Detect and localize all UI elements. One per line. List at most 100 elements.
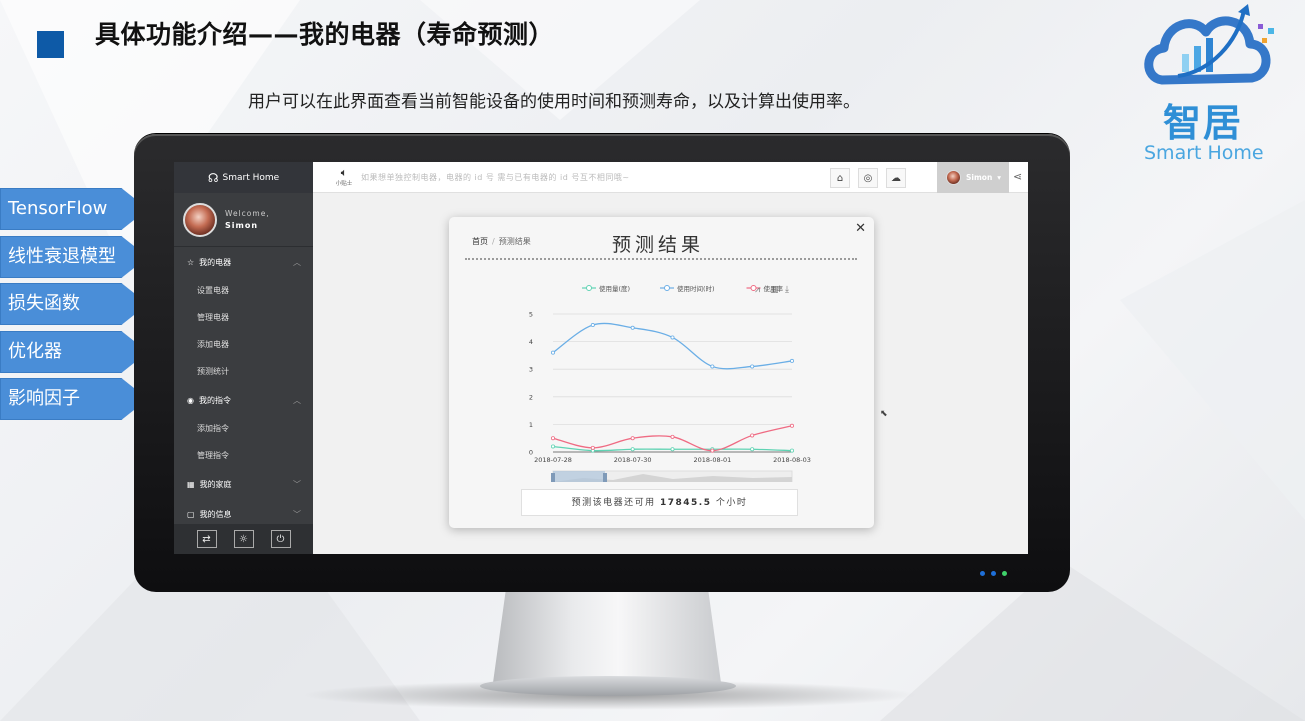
sidebar-item-prediction-stats[interactable]: 预测统计: [174, 358, 313, 385]
data-point: [670, 335, 675, 340]
y-tick-label: 0: [529, 449, 533, 457]
logo-english-name: Smart Home: [1144, 142, 1264, 164]
data-point: [590, 323, 595, 328]
home-icon[interactable]: ⌂: [830, 168, 850, 188]
data-point: [630, 436, 635, 441]
tag-loss-function: 损失函数: [0, 283, 148, 325]
data-point: [551, 444, 556, 449]
data-point: [670, 434, 675, 439]
chevron-up-icon: ︿: [293, 257, 301, 267]
y-tick-label: 1: [529, 421, 533, 429]
power-icon[interactable]: ⏻: [270, 530, 291, 548]
group-label: 我的家庭: [199, 479, 232, 489]
brand-label: Smart Home: [222, 172, 280, 183]
user-dropdown-label: Simon: [966, 173, 993, 182]
sidebar-group-family[interactable]: ▦ 我的家庭 ﹀: [174, 469, 313, 499]
user-dropdown[interactable]: Simon ▾: [937, 162, 1009, 193]
zoom-slider-window: [553, 471, 605, 482]
x-tick-label: 2018-07-30: [614, 456, 652, 464]
chevron-up-icon: ︿: [293, 395, 301, 405]
sidebar-footer: ⇄ ☼ ⏻: [174, 524, 313, 554]
cloud-icon[interactable]: ☁: [886, 168, 906, 188]
sidebar-group-appliances[interactable]: ☆ 我的电器 ︿: [174, 247, 313, 277]
sidebar: ☊ Smart Home Welcome, Simon ☆ 我的电器 ︿ 设置电…: [174, 162, 313, 554]
sidebar-item-add-command[interactable]: 添加指令: [174, 415, 313, 442]
tips-label: 小贴士: [335, 181, 353, 187]
download-icon: ⤓: [785, 285, 789, 295]
logo-chinese-name: 智居: [1163, 101, 1244, 145]
led-icon: [980, 571, 985, 576]
bar-chart-icon: ▥: [770, 285, 779, 295]
prediction-modal: ✕ 首页 / 预测结果 预测结果 使用量(度) 使用时间(时) 使用率 ⩘ ▥ ⤓ 0 1 2 3 4 5…: [449, 217, 874, 528]
sidebar-group-commands[interactable]: ◉ 我的指令 ︿: [174, 385, 313, 415]
tip-text: 如果想单独控制电器，电器的 id 号 需与已有电器的 id 号互不相同哦~: [361, 173, 630, 182]
x-tick-label: 2018-08-03: [773, 456, 811, 464]
x-tick-label: 2018-08-01: [693, 456, 731, 464]
data-point: [750, 447, 755, 452]
switch-icon[interactable]: ⇄: [196, 530, 217, 548]
user-name: Simon: [225, 221, 259, 230]
slide-title: 具体功能介绍——我的电器（寿命预测）: [95, 20, 555, 49]
edit-icon: ▢: [187, 509, 195, 519]
breadcrumb-current: 预测结果: [498, 237, 531, 246]
monitor-stand: [492, 590, 722, 690]
data-point: [710, 364, 715, 369]
grid-icon: ▦: [187, 479, 195, 489]
data-point: [750, 433, 755, 438]
breadcrumb-separator: /: [492, 237, 495, 246]
group-label: 我的指令: [198, 395, 231, 405]
led-icon: [991, 571, 996, 576]
x-tick-label: 2018-07-28: [534, 456, 572, 464]
data-point: [789, 358, 794, 363]
sidebar-brand[interactable]: ☊ Smart Home: [174, 162, 313, 193]
result-prefix: 预测该电器还可用: [571, 498, 656, 508]
title-divider: [465, 258, 857, 260]
zoom-handle-left: [551, 473, 555, 482]
result-suffix: 个小时: [715, 498, 748, 508]
sidebar-user: Welcome, Simon: [174, 193, 313, 247]
tag-influence-factor: 影响因子: [0, 378, 148, 420]
chevron-down-icon: ﹀: [293, 479, 301, 489]
modal-title: 预测结果: [612, 234, 705, 256]
sidebar-item-set-appliance[interactable]: 设置电器: [174, 277, 313, 304]
title-bullet: [37, 31, 64, 58]
sidebar-item-manage-command[interactable]: 管理指令: [174, 442, 313, 469]
wifi-icon[interactable]: ◎: [858, 168, 878, 188]
avatar: [946, 170, 961, 185]
sidebar-item-manage-appliance[interactable]: 管理电器: [174, 304, 313, 331]
sidebar-item-add-appliance[interactable]: 添加电器: [174, 331, 313, 358]
result-value: 17845.5: [660, 498, 712, 508]
breadcrumb-home[interactable]: 首页: [472, 237, 488, 246]
tag-optimizer: 优化器: [0, 331, 148, 373]
data-point: [670, 447, 675, 452]
bulb-icon[interactable]: ☼: [233, 530, 254, 548]
bulb-logo-icon: ☊: [207, 170, 219, 185]
data-point: [750, 364, 755, 369]
avatar[interactable]: [183, 202, 217, 237]
led-icon: [1002, 571, 1007, 576]
data-point: [789, 448, 794, 453]
breadcrumb: 首页 / 预测结果: [472, 236, 531, 247]
data-point: [789, 423, 794, 428]
app-screen: ☊ Smart Home Welcome, Simon ☆ 我的电器 ︿ 设置电…: [174, 162, 1028, 554]
series-line: [552, 322, 793, 370]
monitor-base: [480, 676, 736, 696]
prediction-result: 预测该电器还可用 17845.5 个小时: [521, 489, 798, 516]
welcome-text: Welcome,: [225, 209, 270, 218]
share-icon[interactable]: ⋖: [1013, 170, 1022, 183]
legend-label: 使用时间(时): [677, 284, 715, 293]
data-point: [710, 448, 715, 453]
slide-subtitle: 用户可以在此界面查看当前智能设备的使用时间和预测寿命，以及计算出使用率。: [248, 92, 860, 112]
y-tick-label: 3: [529, 366, 533, 374]
tips-button[interactable]: 🔈︎ 小贴士: [333, 166, 355, 187]
data-point: [551, 350, 556, 355]
group-label: 我的信息: [199, 509, 232, 519]
y-tick-label: 5: [529, 311, 533, 319]
y-tick-label: 2: [529, 393, 533, 401]
group-label: 我的电器: [199, 257, 232, 267]
usage-line-chart: 使用量(度) 使用时间(时) 使用率⩘ ▥ ⤓0123452018-07-28 2018-…: [529, 284, 811, 482]
close-icon[interactable]: ✕: [855, 221, 866, 236]
legend-label: 使用量(度): [599, 284, 630, 293]
mouse-cursor-icon: ⬉: [880, 409, 888, 419]
data-point: [630, 447, 635, 452]
